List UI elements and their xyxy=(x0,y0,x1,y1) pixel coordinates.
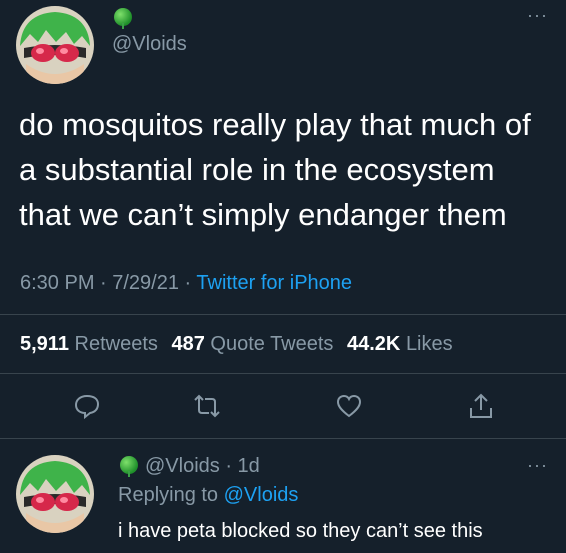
quotes-stat[interactable]: 487 Quote Tweets xyxy=(171,333,333,355)
replying-to: Replying to @Vloids xyxy=(118,484,298,507)
tweet-stats: 5,911 Retweets 487 Quote Tweets 44.2K Li… xyxy=(20,333,461,356)
tweet-meta: 6:30 PM · 7/29/21 · Twitter for iPhone xyxy=(20,272,352,295)
divider xyxy=(0,373,566,374)
retweet-button[interactable] xyxy=(193,392,221,420)
reply-handle[interactable]: @Vloids xyxy=(145,455,220,477)
share-icon xyxy=(470,393,492,418)
likes-label: Likes xyxy=(405,333,453,355)
retweet-icon xyxy=(194,394,220,418)
quotes-label: Quote Tweets xyxy=(210,333,334,355)
likes-stat[interactable]: 44.2K Likes xyxy=(347,333,453,355)
reply-avatar[interactable] xyxy=(16,455,94,533)
tweet-text: do mosquitos really play that much of a … xyxy=(19,107,531,232)
avatar[interactable] xyxy=(16,6,94,84)
reply-age: · 1d xyxy=(219,455,260,477)
author-handle[interactable]: @Vloids xyxy=(112,33,187,56)
tweet-timestamp[interactable]: 6:30 PM · 7/29/21 · xyxy=(20,272,196,294)
likes-count: 44.2K xyxy=(347,333,401,355)
replying-to-label: Replying to xyxy=(118,484,224,506)
reply-button[interactable] xyxy=(73,392,101,420)
green-pin-icon xyxy=(120,456,138,477)
retweets-count: 5,911 xyxy=(20,333,69,355)
like-button[interactable] xyxy=(335,392,363,420)
like-icon xyxy=(336,394,362,418)
tweet-source[interactable]: Twitter for iPhone xyxy=(196,272,352,294)
share-button[interactable] xyxy=(467,392,495,420)
replying-to-mention[interactable]: @Vloids xyxy=(224,484,299,506)
more-dots-icon[interactable]: ··· xyxy=(527,456,548,474)
more-dots-icon[interactable]: ··· xyxy=(527,6,548,24)
retweets-stat[interactable]: 5,911 Retweets xyxy=(20,333,158,355)
divider xyxy=(0,314,566,315)
reply-icon xyxy=(74,394,100,420)
divider xyxy=(0,438,566,439)
reply-text: i have peta blocked so they can’t see th… xyxy=(118,520,483,542)
reply-header: @Vloids · 1d xyxy=(145,455,260,478)
retweets-label: Retweets xyxy=(74,333,158,355)
quotes-count: 487 xyxy=(171,333,205,355)
green-pin-icon xyxy=(114,8,132,29)
